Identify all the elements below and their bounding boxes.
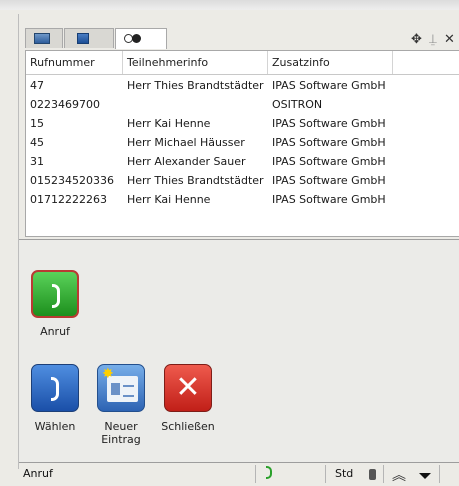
status-bar: Anruf Std ︽ <box>19 462 459 486</box>
cell-extra-info: IPAS Software GmbH <box>272 174 386 187</box>
call-active-icon <box>266 466 272 479</box>
dial-button-label: Wählen <box>34 420 76 433</box>
table-row[interactable]: 15 Herr Kai Henne IPAS Software GmbH <box>26 114 459 133</box>
cell-number: 15 <box>30 117 44 130</box>
table-row[interactable]: 0223469700 OSITRON <box>26 95 459 114</box>
cell-extra-info: IPAS Software GmbH <box>272 136 386 149</box>
cell-participant: Herr Michael Häusser <box>127 136 245 149</box>
move-icon[interactable]: ✥ <box>411 32 422 47</box>
cell-participant: Herr Kai Henne <box>127 193 211 206</box>
cell-extra-info: IPAS Software GmbH <box>272 155 386 168</box>
cell-extra-info: OSITRON <box>272 98 323 111</box>
dial-button[interactable] <box>31 364 79 412</box>
cell-number: 0223469700 <box>30 98 100 111</box>
table-header: Rufnummer Teilnehmerinfo Zusatzinfo <box>26 51 459 75</box>
new-entry-button[interactable]: ✸ <box>97 364 145 412</box>
status-divider <box>255 465 256 483</box>
tab-monitor[interactable] <box>25 28 63 48</box>
table-row[interactable]: 31 Herr Alexander Sauer IPAS Software Gm… <box>26 152 459 171</box>
column-header-teilnehmerinfo[interactable]: Teilnehmerinfo <box>123 51 268 74</box>
status-divider <box>439 465 440 483</box>
cell-extra-info: IPAS Software GmbH <box>272 193 386 206</box>
new-entry-label-line2: Eintrag <box>101 433 141 446</box>
new-entry-label: Neuer Eintrag <box>91 420 151 446</box>
status-mode[interactable]: Std <box>335 467 353 480</box>
tab-toggle[interactable] <box>115 28 167 49</box>
phone-book-icon <box>77 33 89 44</box>
tab-bar: ✥ ⍊ ✕ <box>19 24 459 49</box>
title-strip <box>0 0 459 10</box>
cell-participant <box>123 95 268 114</box>
lock-icon[interactable] <box>369 469 376 480</box>
cell-participant: Herr Thies Brandtstädter <box>127 174 264 187</box>
call-button-label: Anruf <box>40 325 70 338</box>
cell-participant: Herr Alexander Sauer <box>127 155 246 168</box>
pin-icon[interactable]: ⍊ <box>429 32 437 47</box>
table-row[interactable]: 015234520336 Herr Thies Brandtstädter IP… <box>26 171 459 190</box>
cell-number: 47 <box>30 79 44 92</box>
toggle-icon <box>124 34 144 43</box>
phone-icon <box>52 284 60 308</box>
close-button[interactable]: ✕ <box>164 364 212 412</box>
table-row[interactable]: 01712222263 Herr Kai Henne IPAS Software… <box>26 190 459 209</box>
cell-participant: Herr Thies Brandtstädter <box>127 79 264 92</box>
new-star-icon: ✸ <box>102 366 114 382</box>
tab-phone-book[interactable] <box>64 28 114 48</box>
monitor-icon <box>34 33 50 44</box>
cell-participant: Herr Kai Henne <box>127 117 211 130</box>
phone-icon <box>51 377 59 401</box>
call-button[interactable] <box>31 270 79 318</box>
cell-extra-info: IPAS Software GmbH <box>272 117 386 130</box>
close-button-label: Schließen <box>161 420 215 433</box>
cell-number: 01712222263 <box>30 193 107 206</box>
column-header-zusatzinfo[interactable]: Zusatzinfo <box>268 51 393 74</box>
action-panel: Anruf Wählen ✸ Neuer Eintrag ✕ Schließen <box>19 239 459 463</box>
phone-panel: ✥ ⍊ ✕ Rufnummer Teilnehmerinfo Zusatzinf… <box>18 14 459 486</box>
chevron-up-double-icon[interactable]: ︽ <box>392 465 406 485</box>
dropdown-arrow-icon[interactable] <box>419 473 431 479</box>
status-text: Anruf <box>23 467 53 480</box>
table-row[interactable]: 45 Herr Michael Häusser IPAS Software Gm… <box>26 133 459 152</box>
new-entry-label-line1: Neuer <box>104 420 138 433</box>
close-icon[interactable]: ✕ <box>444 32 455 47</box>
table-row[interactable]: 47 Herr Thies Brandtstädter IPAS Softwar… <box>26 76 459 95</box>
status-divider <box>325 465 326 483</box>
cell-extra-info: IPAS Software GmbH <box>272 79 386 92</box>
cell-number: 45 <box>30 136 44 149</box>
call-list-table: Rufnummer Teilnehmerinfo Zusatzinfo 47 H… <box>25 50 459 237</box>
column-header-empty <box>393 51 459 74</box>
cell-number: 015234520336 <box>30 174 114 187</box>
column-header-rufnummer[interactable]: Rufnummer <box>26 51 123 74</box>
cell-number: 31 <box>30 155 44 168</box>
close-x-icon: ✕ <box>175 370 201 405</box>
status-divider <box>383 465 384 483</box>
